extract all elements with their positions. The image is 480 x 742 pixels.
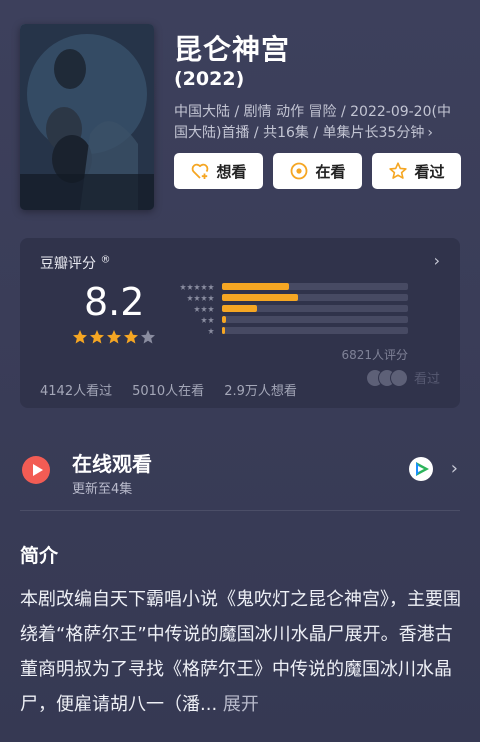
rating-bar-track <box>222 327 408 334</box>
star-icon <box>389 162 408 179</box>
online-watch-subtitle: 更新至4集 <box>72 482 133 497</box>
star-icon <box>107 330 121 344</box>
heart-plus-icon <box>192 163 209 179</box>
expand-link[interactable]: 展开 <box>223 694 259 715</box>
rating-bar-track <box>222 283 408 290</box>
movie-year: (2022) <box>174 68 245 90</box>
mini-star-icon <box>208 317 214 323</box>
avatar <box>389 368 408 387</box>
stat-watched[interactable]: 4142人看过 <box>40 380 112 399</box>
star-icon <box>124 330 138 344</box>
chevron-right-icon: › <box>450 458 458 479</box>
rating-bar-5-star <box>168 283 408 291</box>
tencent-video-icon <box>409 457 433 481</box>
online-watch-title: 在线观看 <box>72 452 152 476</box>
mini-star-icon <box>208 284 214 290</box>
stat-want[interactable]: 2.9万人想看 <box>224 380 297 399</box>
friends-watched-label: 看过 <box>413 372 440 387</box>
rating-card[interactable]: 豆瓣评分 ® › 8.2 6821人评分 4142人看过 5010人在看 2.9… <box>20 238 460 408</box>
mini-stars <box>168 295 214 301</box>
chevron-right-icon[interactable]: › <box>434 251 440 270</box>
mini-star-icon <box>194 295 200 301</box>
rating-score: 8.2 <box>84 280 145 324</box>
page: 昆仑神宫 (2022) 中国大陆 / 剧情 动作 冒险 / 2022-09-20… <box>0 0 480 742</box>
star-icon <box>90 330 104 344</box>
mini-star-icon <box>180 284 186 290</box>
movie-title: 昆仑神宫 <box>174 33 291 66</box>
movie-meta[interactable]: 中国大陆 / 剧情 动作 冒险 / 2022-09-20(中国大陆)首播 / 共… <box>174 102 464 144</box>
mini-star-icon <box>187 284 193 290</box>
rating-title: 豆瓣评分 ® <box>40 253 110 273</box>
poster-image[interactable] <box>20 24 154 210</box>
mini-star-icon <box>208 295 214 301</box>
star-icon <box>73 330 87 344</box>
mini-star-icon <box>208 306 214 312</box>
watched-button-label: 看过 <box>414 162 445 181</box>
rating-bar-fill <box>222 294 299 301</box>
rating-bar-track <box>222 294 408 301</box>
mini-star-icon <box>201 284 207 290</box>
mini-star-icon <box>187 295 193 301</box>
rating-bar-track <box>222 305 408 312</box>
divider <box>20 510 460 511</box>
watching-button[interactable]: 在看 <box>273 153 362 189</box>
mini-stars <box>168 284 214 290</box>
rating-title-text: 豆瓣评分 <box>40 256 96 272</box>
rating-bar-3-star <box>168 305 408 313</box>
friend-avatars <box>365 368 408 387</box>
mini-star-icon <box>201 295 207 301</box>
rating-bar-4-star <box>168 294 408 302</box>
want-button-label: 想看 <box>216 162 247 181</box>
rating-bar-fill <box>222 327 225 334</box>
rating-bar-1-star <box>168 327 408 335</box>
star-icon <box>141 330 155 344</box>
mini-stars <box>168 328 214 334</box>
movie-meta-text: 中国大陆 / 剧情 动作 冒险 / 2022-09-20(中国大陆)首播 / 共… <box>174 104 451 141</box>
rating-stars <box>72 329 156 345</box>
mini-star-icon <box>201 306 207 312</box>
chevron-right-icon: › <box>427 125 433 141</box>
rating-bar-fill <box>222 305 258 312</box>
rating-count: 6821人评分 <box>341 348 408 362</box>
rating-bar-fill <box>222 316 226 323</box>
play-icon <box>22 456 50 484</box>
mini-star-icon <box>201 317 207 323</box>
friends-watched[interactable]: 看过 <box>365 368 440 387</box>
mini-stars <box>168 317 214 323</box>
registered-mark: ® <box>100 254 111 266</box>
watching-button-label: 在看 <box>315 162 346 181</box>
poster-art <box>20 24 154 210</box>
mini-star-icon <box>194 284 200 290</box>
mini-star-icon <box>194 306 200 312</box>
mini-star-icon <box>208 328 214 334</box>
online-watch-row[interactable]: 在线观看 更新至4集 › <box>0 440 480 510</box>
rating-bar-track <box>222 316 408 323</box>
rating-bar-fill <box>222 283 289 290</box>
intro-text: 本剧改编自天下霸唱小说《鬼吹灯之昆仑神宫》，主要围绕着“格萨尔王”中传说的魔国冰… <box>20 582 464 722</box>
watched-button[interactable]: 看过 <box>372 153 461 189</box>
stat-watching[interactable]: 5010人在看 <box>132 380 204 399</box>
rating-bar-2-star <box>168 316 408 324</box>
intro-title: 简介 <box>20 545 59 567</box>
circle-dot-icon <box>291 162 308 180</box>
want-button[interactable]: 想看 <box>174 153 263 189</box>
rating-stats: 4142人看过 5010人在看 2.9万人想看 <box>40 380 297 399</box>
mini-stars <box>168 306 214 312</box>
